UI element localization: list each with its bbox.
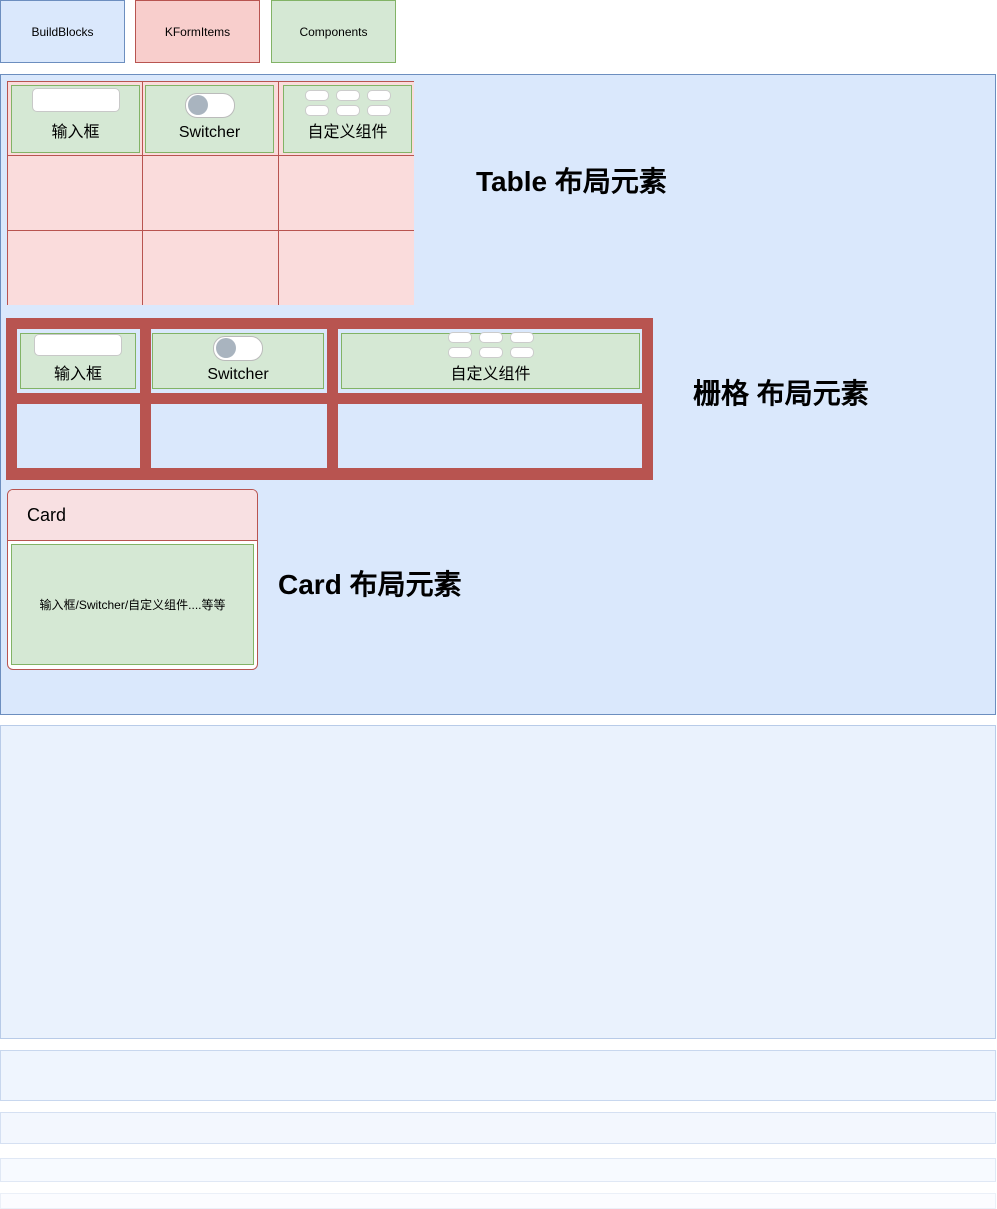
switch-toggle-icon	[213, 336, 263, 361]
table-input-component: 输入框	[11, 85, 140, 153]
table-layout: 输入框 Switcher 自定义组件	[7, 81, 414, 305]
grid-input-label: 输入框	[53, 366, 102, 383]
card-header-label: Card	[27, 504, 67, 525]
reflection-panel	[0, 1112, 996, 1144]
card-layout: Card 输入框/Switcher/自定义组件....等等	[7, 489, 258, 670]
grid-custom-component: 自定义组件	[341, 332, 640, 389]
input-box-mock	[34, 334, 122, 356]
table-switcher-label: Switcher	[178, 124, 241, 141]
grid-custom-label: 自定义组件	[450, 366, 531, 383]
grid-switcher-label: Switcher	[207, 366, 269, 383]
grid-cell	[338, 404, 642, 468]
table-switcher-component: Switcher	[145, 85, 274, 153]
grid-switcher-component: Switcher	[152, 333, 324, 389]
table-cell	[8, 231, 143, 305]
legend-components-label: Components	[299, 24, 368, 39]
table-cell	[143, 156, 279, 231]
table-cell	[143, 231, 279, 305]
table-cell	[279, 156, 414, 231]
table-cell	[279, 231, 414, 305]
grid-input-component: 输入框	[20, 333, 136, 389]
legend-buildblocks-label: BuildBlocks	[31, 24, 94, 39]
table-layout-title: Table 布局元素	[476, 166, 667, 197]
input-box-mock	[31, 88, 120, 112]
legend-kformitems: KFormItems	[135, 0, 260, 63]
grid-layout: 输入框 Switcher 自定义组件	[6, 318, 653, 480]
legend-components: Components	[271, 0, 396, 63]
grid-layout-title: 栅格 布局元素	[693, 378, 869, 409]
legend-buildblocks: BuildBlocks	[0, 0, 125, 63]
card-body: 输入框/Switcher/自定义组件....等等	[11, 544, 254, 665]
table-custom-label: 自定义组件	[307, 124, 388, 141]
grid-cell	[151, 404, 327, 468]
table-input-label: 输入框	[51, 124, 100, 141]
custom-component-pills-icon	[304, 90, 391, 116]
card-layout-title: Card 布局元素	[278, 569, 462, 600]
table-custom-component: 自定义组件	[283, 85, 412, 153]
reflection-panel	[0, 1158, 996, 1182]
reflection-panel	[0, 725, 996, 1039]
custom-component-pills-icon	[447, 332, 534, 358]
switch-toggle-icon	[184, 93, 235, 118]
reflection-panel	[0, 1193, 996, 1209]
card-header: Card	[8, 490, 257, 541]
grid-cell	[17, 404, 140, 468]
table-cell	[8, 156, 143, 231]
card-body-label: 输入框/Switcher/自定义组件....等等	[39, 598, 226, 612]
reflection-panel	[0, 1050, 996, 1101]
legend-kformitems-label: KFormItems	[164, 24, 231, 39]
